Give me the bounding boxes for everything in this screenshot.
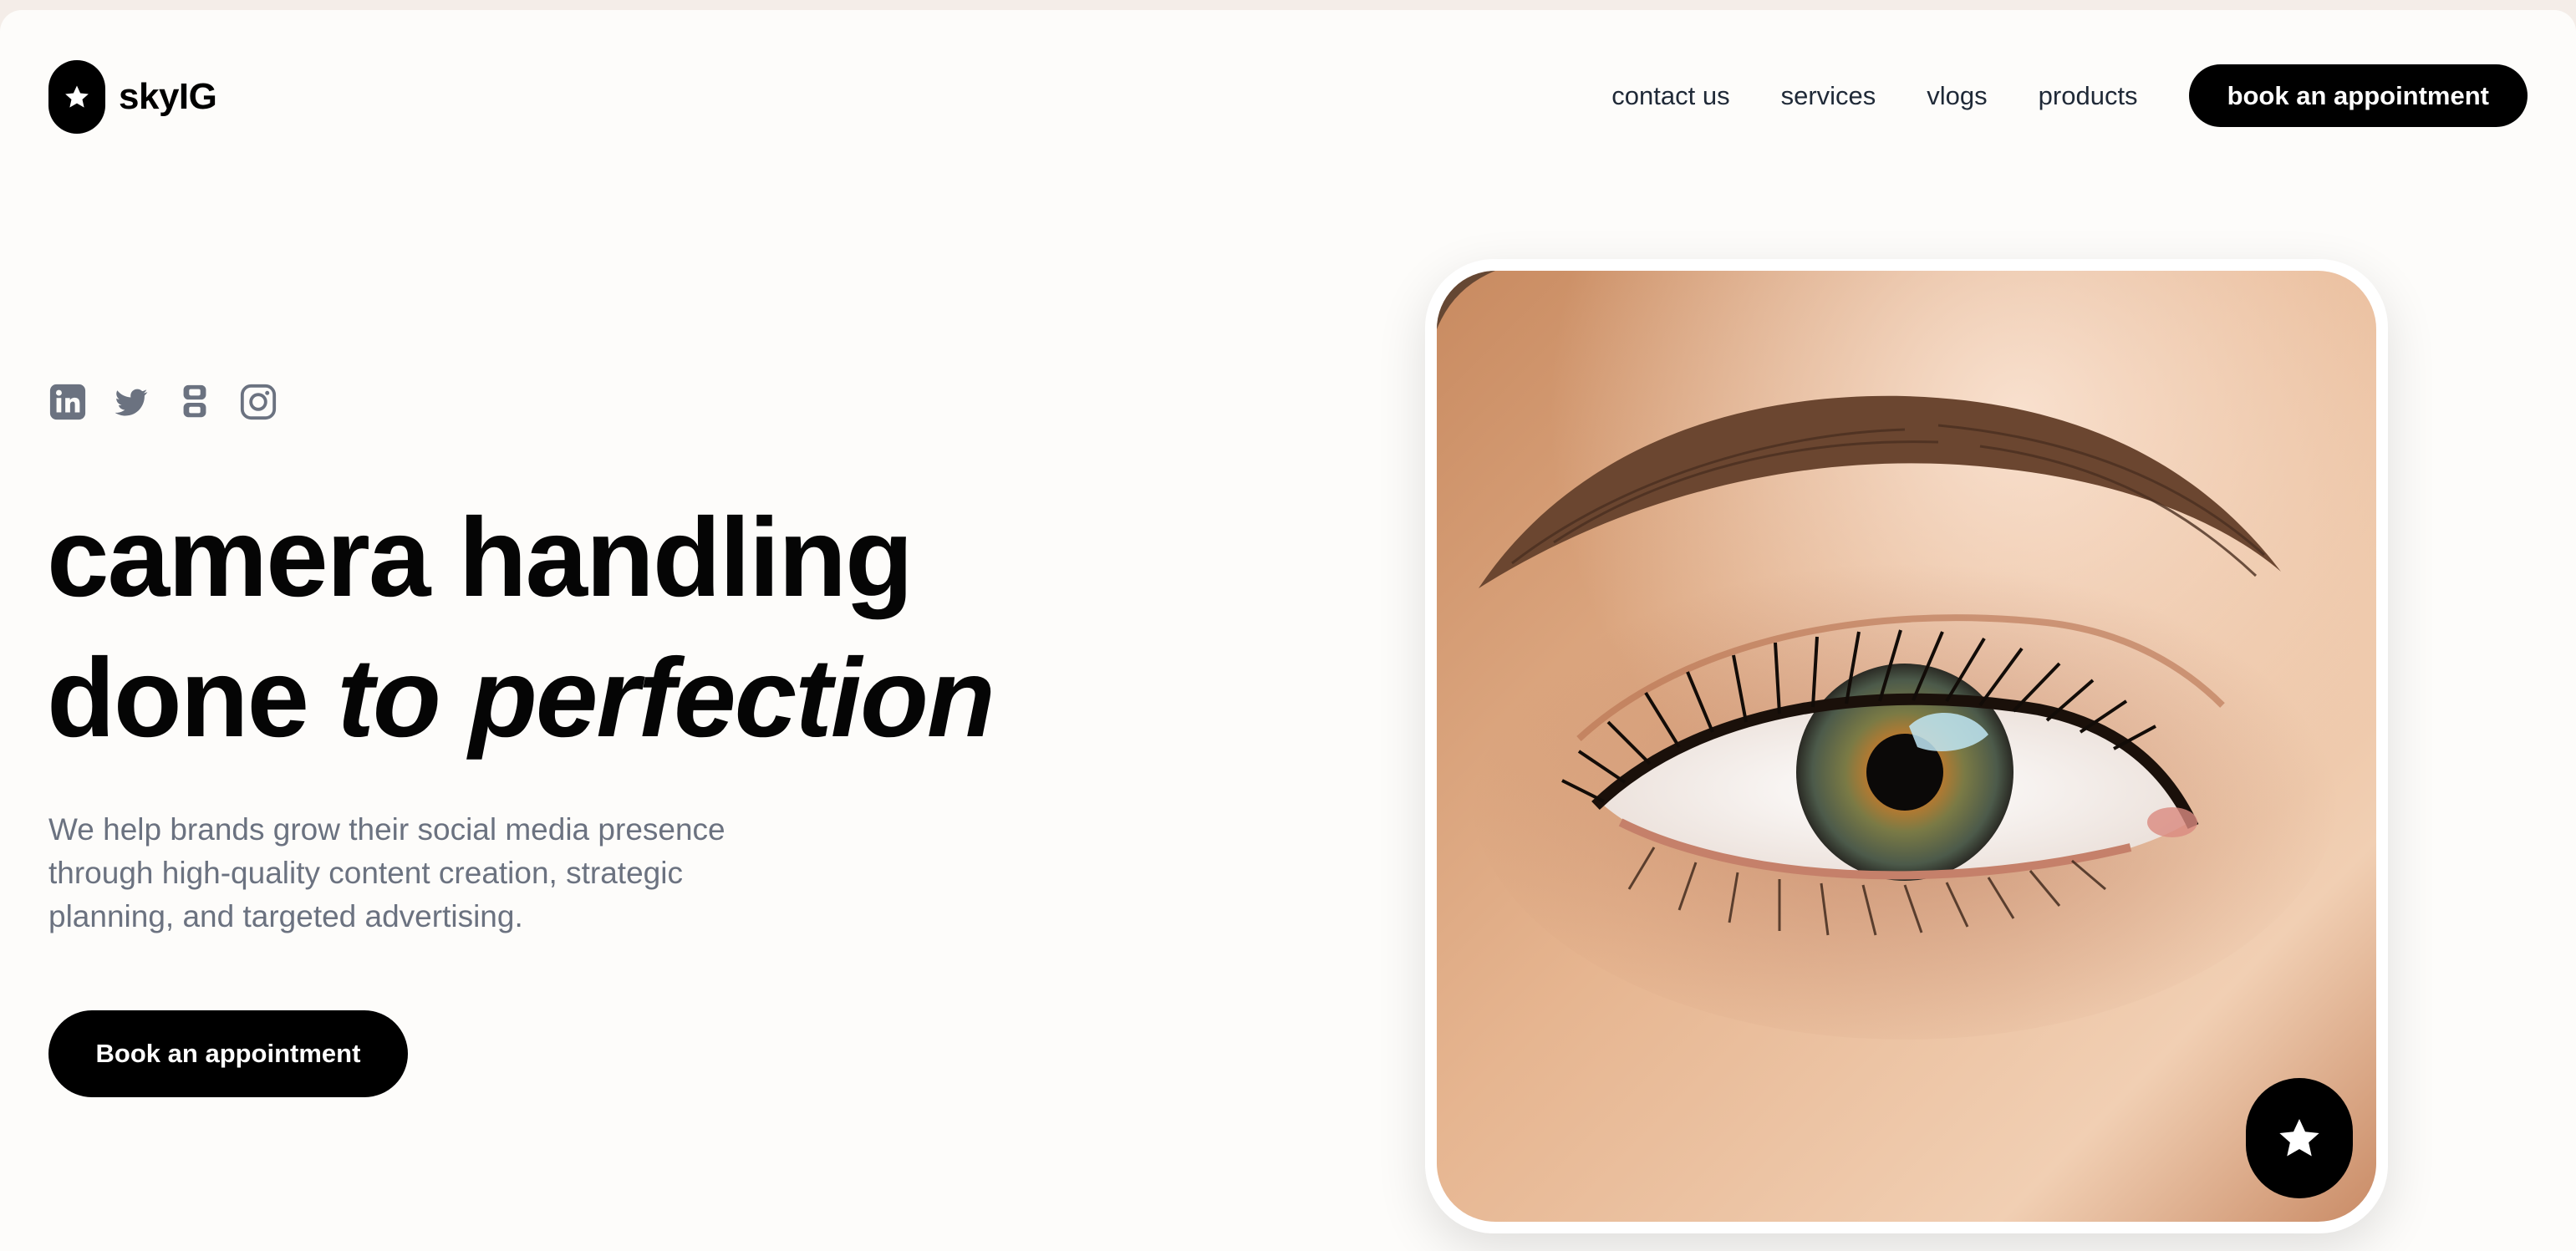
star-badge-icon[interactable] bbox=[2246, 1078, 2353, 1198]
main-nav: contact us services vlogs products book … bbox=[1611, 64, 2528, 127]
nav-link-products[interactable]: products bbox=[2039, 81, 2138, 111]
hero-subtext: We help brands grow their social media p… bbox=[48, 812, 725, 933]
social-links bbox=[48, 383, 277, 421]
nav-link-services[interactable]: services bbox=[1781, 81, 1876, 111]
brand-name: skyIG bbox=[119, 76, 217, 117]
hero-image-frame bbox=[1425, 259, 2388, 1233]
nav-link-vlogs[interactable]: vlogs bbox=[1927, 81, 1987, 111]
hero-book-appointment-button[interactable]: Book an appointment bbox=[48, 1010, 408, 1097]
threads-icon[interactable] bbox=[176, 383, 214, 421]
twitter-icon[interactable] bbox=[112, 383, 150, 421]
headline-line-2-italic: to perfection bbox=[337, 636, 995, 760]
hero-headline: camera handling done to perfection bbox=[47, 488, 995, 769]
hero-eye-illustration bbox=[1437, 271, 2376, 1222]
headline-line-2-plain: done bbox=[47, 636, 309, 760]
instagram-icon[interactable] bbox=[239, 383, 277, 421]
star-icon bbox=[48, 60, 105, 134]
brand-logo[interactable]: skyIG bbox=[48, 60, 217, 134]
linkedin-icon[interactable] bbox=[48, 383, 87, 421]
nav-book-appointment-button[interactable]: book an appointment bbox=[2188, 64, 2528, 127]
nav-link-contact-us[interactable]: contact us bbox=[1611, 81, 1729, 111]
page: skyIG contact us services vlogs products… bbox=[0, 10, 2576, 1251]
headline-line-1: camera handling bbox=[47, 496, 914, 620]
